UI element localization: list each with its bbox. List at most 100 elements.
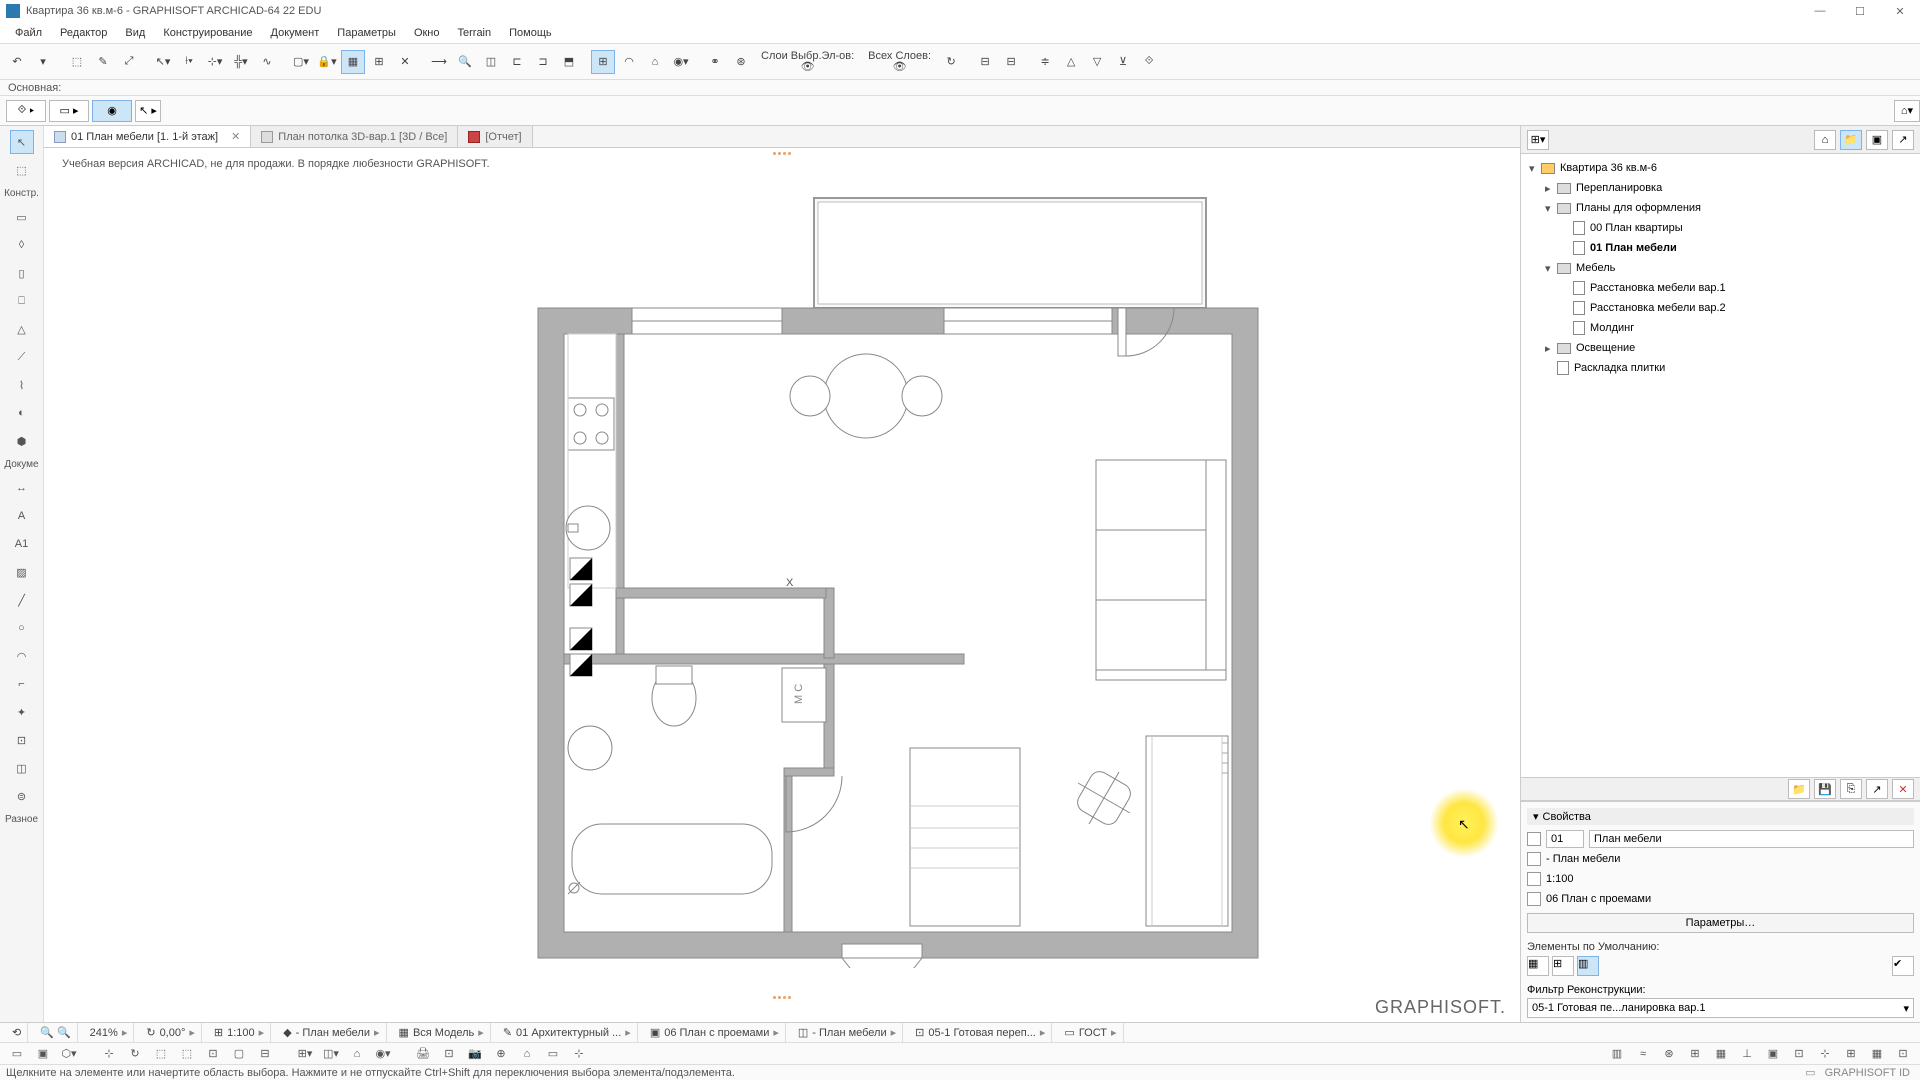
rt-2[interactable]: ≈ <box>1632 1045 1654 1063</box>
bt-14[interactable]: ◉▾ <box>372 1045 394 1063</box>
inject-button[interactable]: ⤢ <box>117 50 141 74</box>
link-tool[interactable]: ⚭ <box>703 50 727 74</box>
rt-12[interactable]: ⊡ <box>1892 1045 1914 1063</box>
tab-plan-mebeli[interactable]: 01 План мебели [1. 1-й этаж] ✕ <box>44 126 251 147</box>
marquee-tool[interactable]: ⬚ <box>10 158 34 182</box>
measure-tool[interactable]: ⟶ <box>427 50 451 74</box>
renovation-filter-select[interactable]: 05-1 Готовая пе...ланировка вар.1▾ <box>1527 998 1914 1018</box>
crop-tool[interactable]: ◫ <box>479 50 503 74</box>
spline-tool[interactable]: ✦ <box>10 700 34 724</box>
default-3[interactable]: ▥ <box>1577 956 1599 976</box>
scale-value-sb[interactable]: ⊞ 1:100▸ <box>208 1023 271 1042</box>
home-tool[interactable]: ⌂ <box>643 50 667 74</box>
default-2[interactable]: ⊞ <box>1552 956 1574 976</box>
minimize-button[interactable]: — <box>1800 0 1840 22</box>
new-folder-btn[interactable]: 📁 <box>1788 779 1810 799</box>
nav-view-map[interactable]: 📁 <box>1840 130 1862 150</box>
bt-4[interactable]: ⊹ <box>98 1045 120 1063</box>
curtain-tool[interactable]: ⌇ <box>10 373 34 397</box>
model-view-sb[interactable]: ▦ Вся Модель▸ <box>393 1023 491 1042</box>
tree-item[interactable]: Расстановка мебели вар.2 <box>1521 298 1920 318</box>
lock-tool[interactable]: 🔒▾ <box>315 50 339 74</box>
pick-button[interactable]: ⬚ <box>65 50 89 74</box>
rt-6[interactable]: ⊥ <box>1736 1045 1758 1063</box>
circle-tool[interactable]: ○ <box>10 616 34 640</box>
nav-project-map[interactable]: ⌂ <box>1814 130 1836 150</box>
tree-item[interactable]: Молдинг <box>1521 318 1920 338</box>
close-panel-btn[interactable]: ✕ <box>1892 779 1914 799</box>
nav-mode-dropdown[interactable]: ⊞▾ <box>1527 130 1549 150</box>
rt-1[interactable]: ▥ <box>1606 1045 1628 1063</box>
tree-root[interactable]: ▾Квартира 36 кв.м-6 <box>1521 158 1920 178</box>
group-tool[interactable]: ▢▾ <box>289 50 313 74</box>
magnet-tool[interactable]: ∿ <box>255 50 279 74</box>
tree-item[interactable]: Расстановка мебели вар.1 <box>1521 278 1920 298</box>
arrow-tool-left[interactable]: ↖ <box>10 130 34 154</box>
mesh-tool[interactable]: ⟋ <box>10 345 34 369</box>
tree-item-selected[interactable]: 01 План мебели <box>1521 238 1920 258</box>
toggle1[interactable]: ⊏ <box>505 50 529 74</box>
dist-tool5[interactable]: ⟐ <box>1137 50 1161 74</box>
bt-2[interactable]: ▣ <box>32 1045 54 1063</box>
suspend-groups[interactable]: ▦ <box>341 50 365 74</box>
menu-document[interactable]: Документ <box>262 27 329 39</box>
menu-help[interactable]: Помощь <box>500 27 561 39</box>
menu-edit[interactable]: Редактор <box>51 27 116 39</box>
menu-view[interactable]: Вид <box>116 27 154 39</box>
graphic-override-sb[interactable]: ◫ - План мебели▸ <box>792 1023 903 1042</box>
bt-3[interactable]: ⬡▾ <box>58 1045 80 1063</box>
dist-tool1[interactable]: ≑ <box>1033 50 1057 74</box>
bt-19[interactable]: ⌂ <box>516 1045 538 1063</box>
zoom-value[interactable]: 241%▸ <box>84 1023 135 1042</box>
default-1[interactable]: ▦ <box>1527 956 1549 976</box>
3d-tool[interactable]: ◉▾ <box>669 50 693 74</box>
find-tool[interactable]: 🔍 <box>453 50 477 74</box>
story-nav[interactable]: ⟐ ▸ <box>6 100 46 122</box>
pen-set-sb[interactable]: ✎ 01 Архитектурный ...▸ <box>497 1023 638 1042</box>
bt-6[interactable]: ⬚ <box>150 1045 172 1063</box>
beam-tool[interactable]: ⎕ <box>10 289 34 313</box>
parameters-button[interactable]: Параметры… <box>1527 913 1914 933</box>
right-nav-btn[interactable]: ⌂▾ <box>1894 100 1920 122</box>
trace-toggle[interactable]: ◉ <box>92 100 132 122</box>
hide-tool[interactable]: ◠ <box>617 50 641 74</box>
menu-window[interactable]: Окно <box>405 27 449 39</box>
trace-tool[interactable]: ⊞ <box>367 50 391 74</box>
elevation-tool[interactable]: ⊜ <box>10 784 34 808</box>
renovation-sb[interactable]: ⊡ 05-1 Готовая переп...▸ <box>909 1023 1052 1042</box>
menu-terrain[interactable]: Terrain <box>449 27 501 39</box>
drawing-tool[interactable]: ⊡ <box>10 728 34 752</box>
nav-publisher[interactable]: ↗ <box>1892 130 1914 150</box>
tab-report[interactable]: [Отчет] <box>458 126 532 147</box>
tree-item[interactable]: Раскладка плитки <box>1521 358 1920 378</box>
ruler-tool[interactable]: ⟊▾ <box>177 50 201 74</box>
navigator-tree[interactable]: ▾Квартира 36 кв.м-6 ▸Перепланировка ▾Пла… <box>1521 154 1920 777</box>
bt-7[interactable]: ⬚ <box>176 1045 198 1063</box>
tree-item[interactable]: ▾Планы для оформления <box>1521 198 1920 218</box>
arrow-tool[interactable]: ↖▾ <box>151 50 175 74</box>
toggle3[interactable]: ⬒ <box>557 50 581 74</box>
rt-9[interactable]: ⊹ <box>1814 1045 1836 1063</box>
align-tool2[interactable]: ⊟ <box>999 50 1023 74</box>
dist-tool4[interactable]: ⊻ <box>1111 50 1135 74</box>
rt-5[interactable]: ▦ <box>1710 1045 1732 1063</box>
close-button[interactable]: ✕ <box>1880 0 1920 22</box>
bt-13[interactable]: ⌂ <box>346 1045 368 1063</box>
bt-20[interactable]: ▭ <box>542 1045 564 1063</box>
view-name-input[interactable] <box>1589 830 1914 848</box>
show-layers[interactable]: ⊞ <box>591 50 615 74</box>
line-tool[interactable]: ╱ <box>10 588 34 612</box>
view-nav[interactable]: ▭ ▸ <box>49 100 89 122</box>
bt-17[interactable]: 📷 <box>464 1045 486 1063</box>
redo-button[interactable]: ▾ <box>31 50 55 74</box>
clone-btn[interactable]: ⎘ <box>1840 779 1862 799</box>
bt-1[interactable]: ▭ <box>6 1045 28 1063</box>
morph-tool[interactable]: ◐ <box>10 401 34 425</box>
dist-tool2[interactable]: △ <box>1059 50 1083 74</box>
eyedropper-button[interactable]: ✎ <box>91 50 115 74</box>
tree-item[interactable]: ▾Мебель <box>1521 258 1920 278</box>
tree-item[interactable]: ▸Перепланировка <box>1521 178 1920 198</box>
tab-3d-ceiling[interactable]: План потолка 3D-вар.1 [3D / Все] <box>251 126 458 147</box>
angle-value[interactable]: ↻ 0,00°▸ <box>140 1023 202 1042</box>
toggle2[interactable]: ⊐ <box>531 50 555 74</box>
